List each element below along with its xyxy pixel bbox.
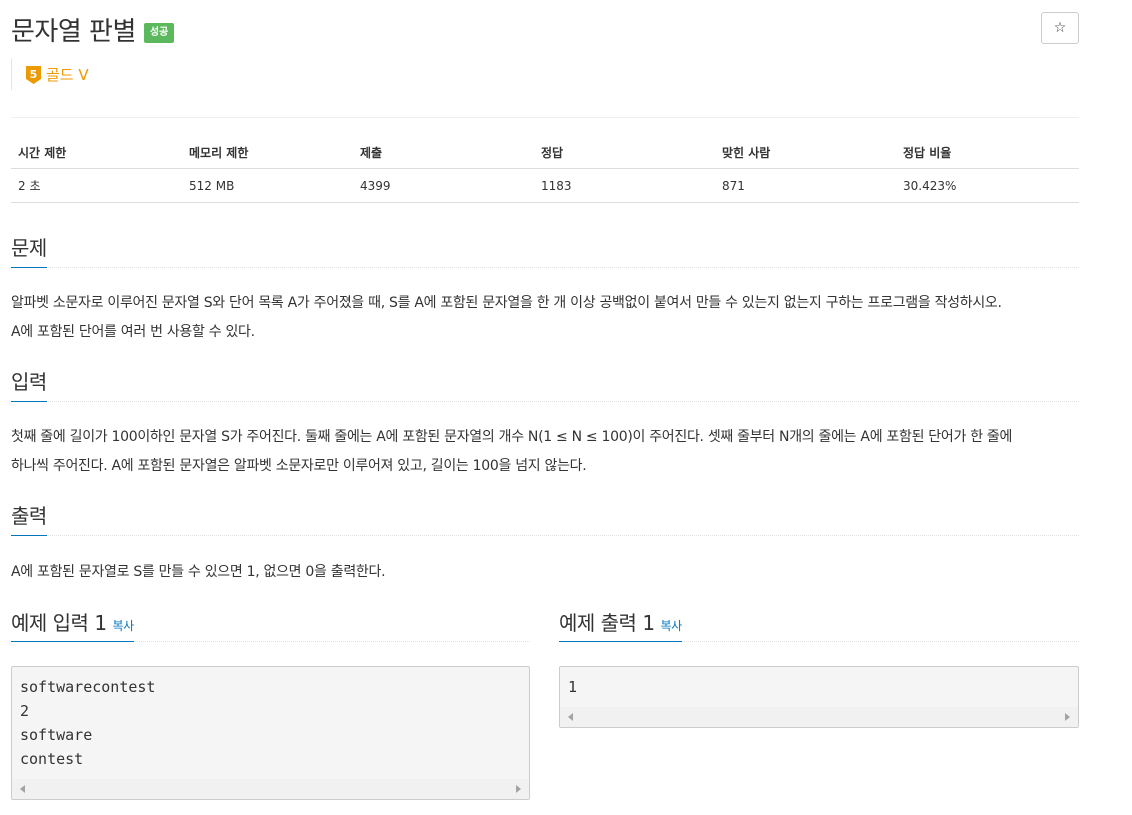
scroll-right-icon[interactable]: [516, 785, 521, 793]
sample-output-heading-wrap: 예제 출력 1 복사: [559, 607, 682, 642]
input-text-line: 첫째 줄에 길이가 100이하인 문자열 S가 주어진다. 둘째 줄에는 A에 …: [11, 429, 1013, 445]
stats-header-cell: 제출: [360, 146, 383, 160]
star-button[interactable]: ☆: [1041, 12, 1079, 44]
sample-input-header: 예제 입력 1 복사: [11, 607, 530, 642]
sample-output-box[interactable]: 1: [559, 666, 1079, 728]
scroll-right-icon[interactable]: [1065, 713, 1070, 721]
stats-value-cell: 1183: [541, 178, 572, 193]
divider: [11, 117, 1079, 118]
stats-table: 시간 제한 메모리 제한 제출 정답 맞힌 사람 정답 비율 2 초 512 M…: [11, 137, 1079, 203]
problem-text-line: A에 포함된 단어를 여러 번 사용할 수 있다.: [11, 324, 255, 340]
stats-header-cell: 시간 제한: [18, 146, 67, 160]
sample-output-text: 1: [568, 678, 578, 696]
problem-heading: 문제: [11, 232, 47, 268]
gold-tier-icon: 5: [25, 65, 42, 85]
stats-value-cell: 512 MB: [189, 178, 235, 193]
output-description: A에 포함된 문자열로 S를 만들 수 있으면 1, 없으면 0을 출력한다.: [11, 558, 1079, 587]
input-heading: 입력: [11, 366, 47, 402]
horizontal-scrollbar[interactable]: [560, 707, 1078, 727]
stats-header-cell: 정답: [541, 146, 564, 160]
output-section-header: 출력: [11, 500, 1079, 536]
sample-output-header: 예제 출력 1 복사: [559, 607, 1079, 642]
copy-input-button[interactable]: 복사: [113, 619, 135, 633]
stats-header-cell: 메모리 제한: [189, 146, 249, 160]
input-text-line: 하나씩 주어진다. A에 포함된 문자열은 알파벳 소문자로만 이루어져 있고,…: [11, 458, 587, 474]
horizontal-scrollbar[interactable]: [12, 779, 529, 799]
stats-header-cell: 정답 비율: [903, 146, 952, 160]
sample-input-text: softwarecontest 2 software contest: [20, 678, 156, 768]
scroll-left-icon[interactable]: [20, 785, 25, 793]
svg-text:5: 5: [30, 68, 38, 81]
sample-input-box[interactable]: softwarecontest 2 software contest: [11, 666, 530, 800]
star-icon: ☆: [1053, 20, 1067, 36]
sample-input-heading-wrap: 예제 입력 1 복사: [11, 607, 134, 642]
stats-value-cell: 4399: [360, 178, 391, 193]
problem-description: 알파벳 소문자로 이루어진 문자열 S와 단어 목록 A가 주어졌을 때, S를…: [11, 289, 1079, 347]
stats-value-cell: 2 초: [18, 179, 41, 193]
output-heading: 출력: [11, 500, 47, 536]
scroll-left-icon[interactable]: [568, 713, 573, 721]
stats-value-cell: 871: [722, 178, 745, 193]
title-row: 문자열 판별 성공: [11, 12, 175, 47]
stats-header-cell: 맞힌 사람: [722, 146, 771, 160]
sample-input-heading: 예제 입력 1: [11, 611, 107, 635]
problem-text-line: 알파벳 소문자로 이루어진 문자열 S와 단어 목록 A가 주어졌을 때, S를…: [11, 295, 1002, 311]
status-badge: 성공: [143, 23, 175, 43]
stats-value-cell: 30.423%: [903, 178, 957, 193]
problem-section-header: 문제: [11, 232, 1079, 268]
stats-value-row: 2 초 512 MB 4399 1183 871 30.423%: [11, 169, 1079, 203]
input-section-header: 입력: [11, 366, 1079, 402]
copy-output-button[interactable]: 복사: [661, 619, 683, 633]
tier-link[interactable]: 골드 V: [46, 64, 89, 85]
output-text-line: A에 포함된 문자열로 S를 만들 수 있으면 1, 없으면 0을 출력한다.: [11, 564, 386, 580]
input-description: 첫째 줄에 길이가 100이하인 문자열 S가 주어진다. 둘째 줄에는 A에 …: [11, 423, 1079, 481]
stats-header-row: 시간 제한 메모리 제한 제출 정답 맞힌 사람 정답 비율: [11, 137, 1079, 169]
page-title: 문자열 판별: [11, 16, 136, 47]
tier-row: 5 골드 V: [11, 58, 89, 90]
sample-output-heading: 예제 출력 1: [559, 611, 655, 635]
